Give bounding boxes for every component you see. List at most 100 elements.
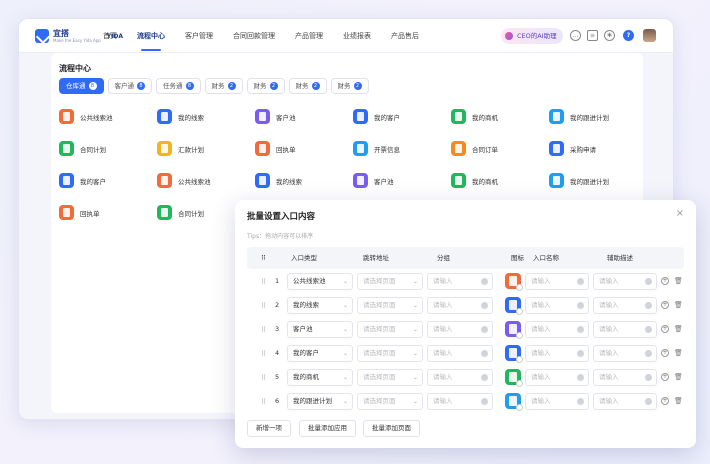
entry-item[interactable]: 公共线索池 (157, 173, 257, 188)
drag-handle-icon[interactable]: ⠿ (261, 398, 266, 406)
clear-icon[interactable] (577, 278, 584, 285)
delete-icon[interactable]: 🗑 (674, 325, 683, 333)
tab[interactable]: 财务 2 (330, 78, 369, 94)
jump-url-select[interactable]: 请选择页面 ⌄ (357, 369, 423, 386)
jump-url-select[interactable]: 请选择页面 ⌄ (357, 321, 423, 338)
entry-icon-picker[interactable] (505, 321, 523, 339)
clear-icon[interactable] (577, 374, 584, 381)
entry-item[interactable]: 合同计划 (59, 141, 159, 156)
entry-type-select[interactable]: 我的跟进计划 ⌄ (287, 393, 353, 410)
entry-name-input[interactable]: 请输入 (525, 369, 589, 386)
drag-handle-icon[interactable]: ⠿ (261, 374, 266, 382)
jump-url-select[interactable]: 请选择页面 ⌄ (357, 345, 423, 362)
tab[interactable]: 客户通 8 (107, 78, 152, 94)
clear-icon[interactable] (645, 302, 652, 309)
nav-item[interactable]: 产品管理 (295, 19, 323, 53)
table-row[interactable]: ⠿ 1 公共线索池 ⌄ 请选择页面 ⌄ 请输入 请输入 请输入 + 🗑 (247, 270, 684, 294)
entry-icon-picker[interactable] (505, 345, 523, 363)
add-row-icon[interactable]: + (661, 301, 669, 309)
entry-type-select[interactable]: 公共线索池 ⌄ (287, 273, 353, 290)
aux-desc-input[interactable]: 请输入 (593, 321, 657, 338)
delete-icon[interactable]: 🗑 (674, 349, 683, 357)
jump-url-select[interactable]: 请选择页面 ⌄ (357, 273, 423, 290)
tab[interactable]: 任务通 8 (156, 78, 201, 94)
add-row-icon[interactable]: + (661, 277, 669, 285)
entry-name-input[interactable]: 请输入 (525, 393, 589, 410)
table-row[interactable]: ⠿ 3 客户池 ⌄ 请选择页面 ⌄ 请输入 请输入 请输入 + 🗑 (247, 318, 684, 342)
table-row[interactable]: ⠿ 4 我的客户 ⌄ 请选择页面 ⌄ 请输入 请输入 请输入 + 🗑 (247, 342, 684, 366)
clear-icon[interactable] (645, 278, 652, 285)
entry-item[interactable]: 我的跟进计划 (549, 109, 649, 124)
notes-icon[interactable]: ≡ (587, 30, 598, 41)
nav-item[interactable]: 合同回款管理 (233, 19, 275, 53)
delete-icon[interactable]: 🗑 (674, 301, 683, 309)
add-row-icon[interactable]: + (661, 325, 669, 333)
entry-item[interactable]: 我的跟进计划 (549, 173, 649, 188)
clear-icon[interactable] (577, 326, 584, 333)
aux-desc-input[interactable]: 请输入 (593, 273, 657, 290)
entry-item[interactable]: 开票信息 (353, 141, 453, 156)
clear-icon[interactable] (481, 326, 488, 333)
entry-item[interactable]: 回执单 (59, 205, 159, 220)
aux-desc-input[interactable]: 请输入 (593, 297, 657, 314)
clear-icon[interactable] (481, 278, 488, 285)
entry-item[interactable]: 我的商机 (451, 173, 551, 188)
drag-handle-icon[interactable]: ⠿ (261, 278, 266, 286)
help-icon[interactable]: ? (623, 30, 634, 41)
close-icon[interactable]: × (676, 208, 684, 219)
entry-name-input[interactable]: 请输入 (525, 345, 589, 362)
message-icon[interactable]: … (570, 30, 581, 41)
tab[interactable]: 财务 2 (288, 78, 327, 94)
clear-icon[interactable] (577, 398, 584, 405)
batch-add-page-button[interactable]: 批量添加页面 (363, 420, 420, 437)
entry-name-input[interactable]: 请输入 (525, 321, 589, 338)
clear-icon[interactable] (481, 350, 488, 357)
entry-name-input[interactable]: 请输入 (525, 297, 589, 314)
entry-item[interactable]: 我的线索 (157, 109, 257, 124)
entry-item[interactable]: 公共线索池 (59, 109, 159, 124)
table-row[interactable]: ⠿ 5 我的商机 ⌄ 请选择页面 ⌄ 请输入 请输入 请输入 + 🗑 (247, 366, 684, 390)
entry-icon-picker[interactable] (505, 297, 523, 315)
settings-gear-icon[interactable]: ✱ (604, 30, 615, 41)
nav-item[interactable]: 流程中心 (137, 19, 165, 53)
jump-url-select[interactable]: 请选择页面 ⌄ (357, 297, 423, 314)
aux-desc-input[interactable]: 请输入 (593, 345, 657, 362)
entry-item[interactable]: 我的客户 (59, 173, 159, 188)
entry-icon-picker[interactable] (505, 369, 523, 387)
clear-icon[interactable] (645, 350, 652, 357)
clear-icon[interactable] (645, 398, 652, 405)
aux-desc-input[interactable]: 请输入 (593, 369, 657, 386)
batch-add-app-button[interactable]: 批量添加应用 (299, 420, 356, 437)
entry-item[interactable]: 合同订单 (451, 141, 551, 156)
nav-item[interactable]: 首页 (103, 19, 117, 53)
drag-handle-icon[interactable]: ⠿ (261, 326, 266, 334)
clear-icon[interactable] (577, 350, 584, 357)
group-input[interactable]: 请输入 (427, 393, 493, 410)
nav-item[interactable]: 产品售后 (391, 19, 419, 53)
clear-icon[interactable] (645, 374, 652, 381)
clear-icon[interactable] (645, 326, 652, 333)
nav-item[interactable]: 客户管理 (185, 19, 213, 53)
add-one-button[interactable]: 新增一项 (247, 420, 291, 437)
entry-item[interactable]: 我的商机 (451, 109, 551, 124)
group-input[interactable]: 请输入 (427, 369, 493, 386)
add-row-icon[interactable]: + (661, 397, 669, 405)
clear-icon[interactable] (481, 374, 488, 381)
nav-item[interactable]: 业绩报表 (343, 19, 371, 53)
user-avatar[interactable] (643, 29, 656, 42)
entry-item[interactable]: 我的线索 (255, 173, 355, 188)
entry-type-select[interactable]: 我的客户 ⌄ (287, 345, 353, 362)
group-input[interactable]: 请输入 (427, 273, 493, 290)
delete-icon[interactable]: 🗑 (674, 397, 683, 405)
entry-type-select[interactable]: 客户池 ⌄ (287, 321, 353, 338)
drag-handle-icon[interactable]: ⠿ (261, 302, 266, 310)
delete-icon[interactable]: 🗑 (674, 373, 683, 381)
tab[interactable]: 仓库通 8 (59, 78, 104, 94)
entry-icon-picker[interactable] (505, 393, 523, 411)
tab[interactable]: 财务 2 (246, 78, 285, 94)
ai-assistant-button[interactable]: CEO的AI助理 (501, 28, 563, 44)
drag-handle-icon[interactable]: ⠿ (261, 350, 266, 358)
add-row-icon[interactable]: + (661, 373, 669, 381)
entry-item[interactable]: 我的客户 (353, 109, 453, 124)
entry-icon-picker[interactable] (505, 273, 523, 291)
